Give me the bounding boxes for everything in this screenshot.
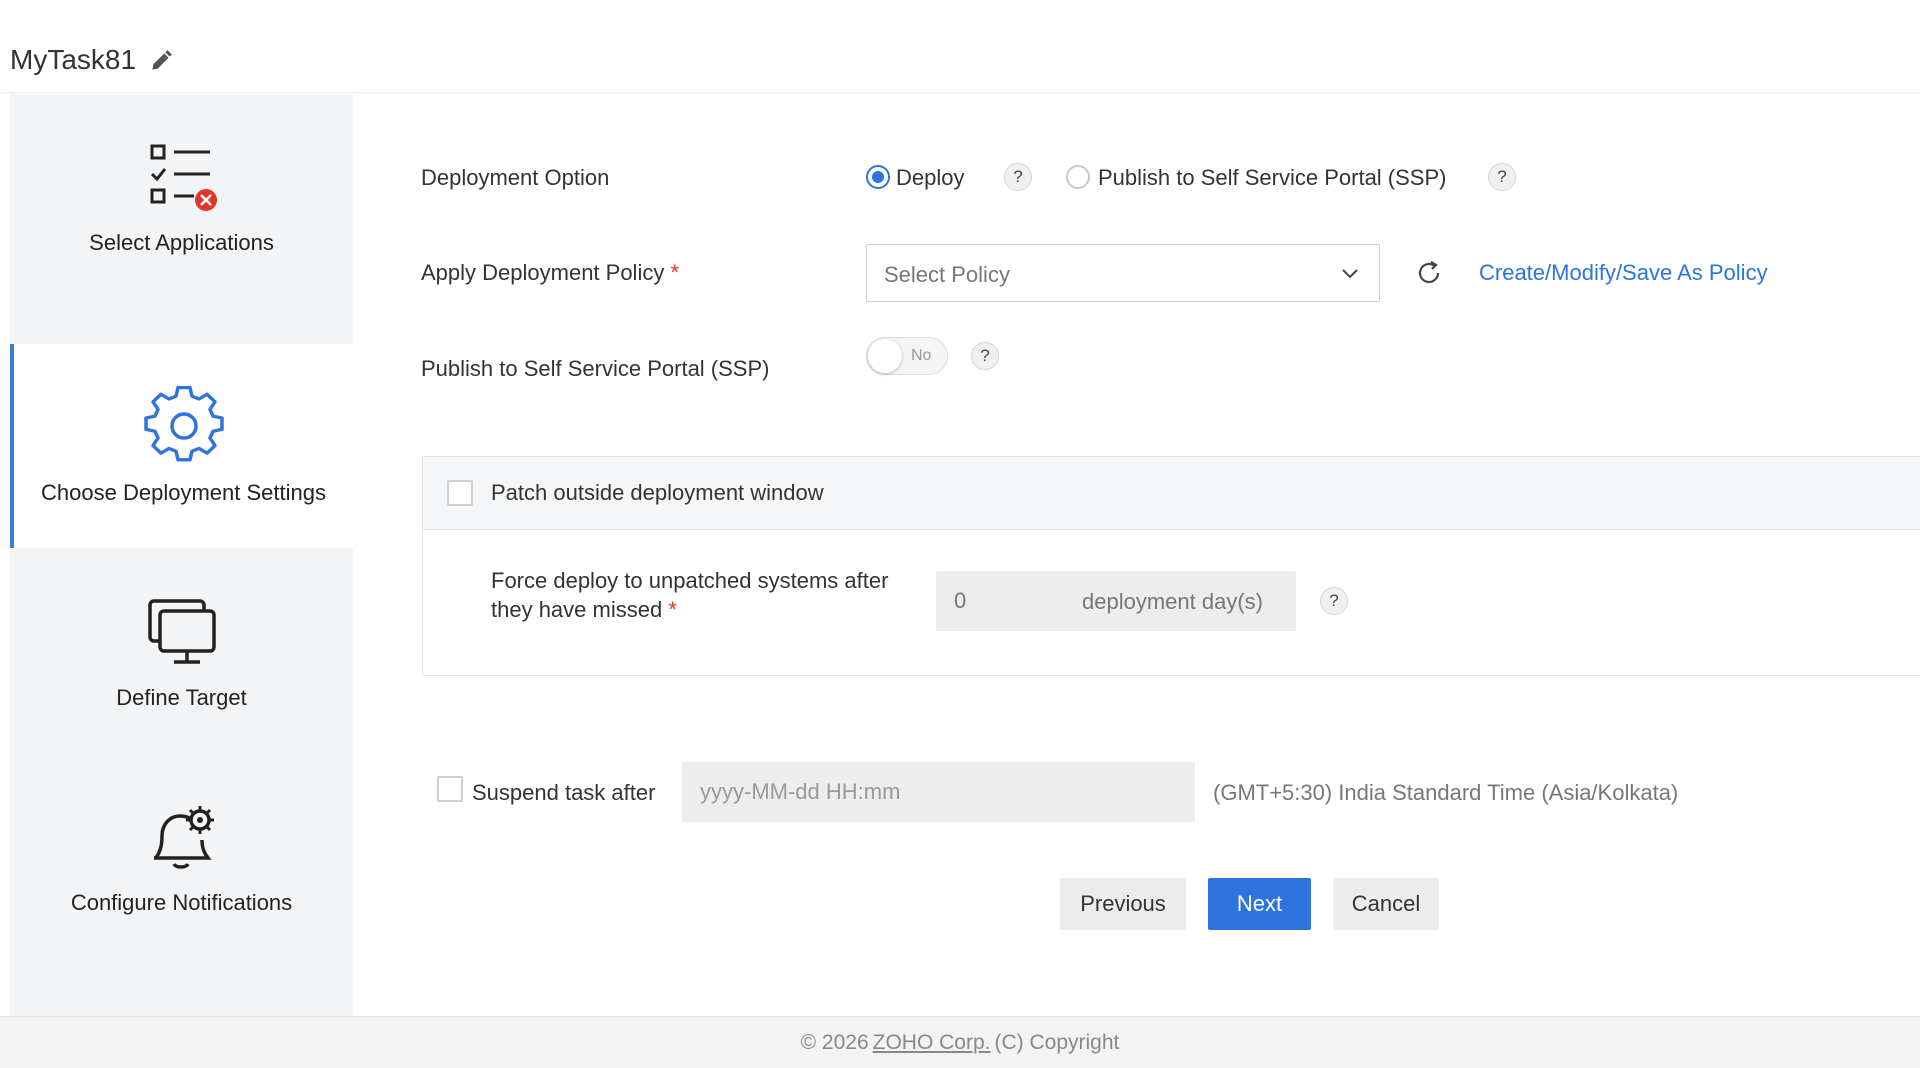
wizard-sidebar: Select Applications Choose Deployment Se… (10, 94, 353, 1016)
patch-window-checkbox[interactable] (447, 480, 473, 506)
chevron-down-icon (1342, 269, 1358, 279)
suspend-datetime-input[interactable] (682, 762, 1195, 822)
timezone-label: (GMT+5:30) India Standard Time (Asia/Kol… (1213, 780, 1679, 805)
zoho-corp-link[interactable]: ZOHO Corp. (873, 1031, 991, 1055)
patch-window-label: Patch outside deployment window (491, 480, 824, 505)
title-bar: MyTask81 (0, 0, 1920, 93)
checklist-error-icon (150, 144, 217, 211)
days-unit: deployment day(s) (1082, 589, 1263, 614)
monitor-icon (147, 599, 216, 664)
force-deploy-label-line1: Force deploy to unpatched systems after (491, 568, 889, 593)
radio-deploy[interactable] (866, 165, 890, 189)
pencil-icon[interactable] (148, 48, 174, 74)
help-icon-deploy[interactable]: ? (1004, 163, 1032, 191)
task-title: MyTask81 (10, 44, 137, 75)
publish-ssp-label: Publish to Self Service Portal (SSP) (421, 356, 770, 381)
patch-window-header: Patch outside deployment window (423, 457, 1920, 530)
step-configure-notifications[interactable]: Configure Notifications (10, 754, 353, 958)
policy-select[interactable]: Select Policy (866, 244, 1380, 302)
copyright-text: (C) Copyright (994, 1030, 1120, 1054)
force-deploy-days-input[interactable] (936, 571, 1066, 631)
publish-ssp-toggle[interactable]: No (866, 337, 948, 375)
gear-icon (143, 386, 224, 462)
step-label: Choose Deployment Settings (41, 480, 326, 505)
footer: © 2026 ZOHO Corp. (C) Copyright (0, 1016, 1920, 1068)
radio-publish-ssp-label[interactable]: Publish to Self Service Portal (SSP) (1098, 165, 1446, 191)
radio-deploy-label[interactable]: Deploy (896, 165, 964, 191)
required-mark: * (670, 260, 680, 285)
patch-window-panel: Patch outside deployment window Force de… (422, 456, 1920, 676)
policy-label-text: Apply Deployment Policy (421, 260, 665, 285)
force-deploy-days-field: deployment day(s) (936, 571, 1296, 631)
policy-select-placeholder: Select Policy (884, 262, 1010, 287)
radio-publish-ssp[interactable] (1066, 165, 1090, 189)
step-select-applications[interactable]: Select Applications (10, 94, 353, 298)
toggle-text: No (911, 347, 932, 364)
suspend-task-checkbox[interactable] (437, 776, 463, 802)
bell-gear-icon (153, 806, 214, 869)
help-icon-publish-option[interactable]: ? (1488, 163, 1516, 191)
step-choose-deployment-settings[interactable]: Choose Deployment Settings (10, 344, 353, 548)
help-icon-force-deploy[interactable]: ? (1320, 587, 1348, 615)
cancel-button[interactable]: Cancel (1333, 878, 1439, 930)
step-label: Define Target (116, 685, 247, 710)
deployment-option-label: Deployment Option (421, 165, 610, 190)
required-mark: * (668, 597, 677, 622)
step-label: Select Applications (89, 230, 274, 255)
force-deploy-label-line2: they have missed * (491, 597, 677, 623)
create-modify-policy-link[interactable]: Create/Modify/Save As Policy (1479, 260, 1768, 286)
settings-form: Deployment Option Deploy ? Publish to Se… (353, 94, 1920, 1016)
toggle-knob (868, 339, 902, 373)
force-deploy-label-line2-text: they have missed (491, 597, 663, 622)
previous-button[interactable]: Previous (1060, 878, 1186, 930)
step-label: Configure Notifications (70, 890, 293, 915)
step-define-target[interactable]: Define Target (10, 549, 353, 753)
help-icon-publish-ssp[interactable]: ? (971, 342, 999, 370)
refresh-icon[interactable] (1414, 258, 1444, 288)
suspend-task-label: Suspend task after (472, 780, 656, 805)
policy-label: Apply Deployment Policy * (421, 260, 679, 286)
copyright-year: © 2026 (800, 1030, 869, 1054)
next-button[interactable]: Next (1208, 878, 1311, 930)
